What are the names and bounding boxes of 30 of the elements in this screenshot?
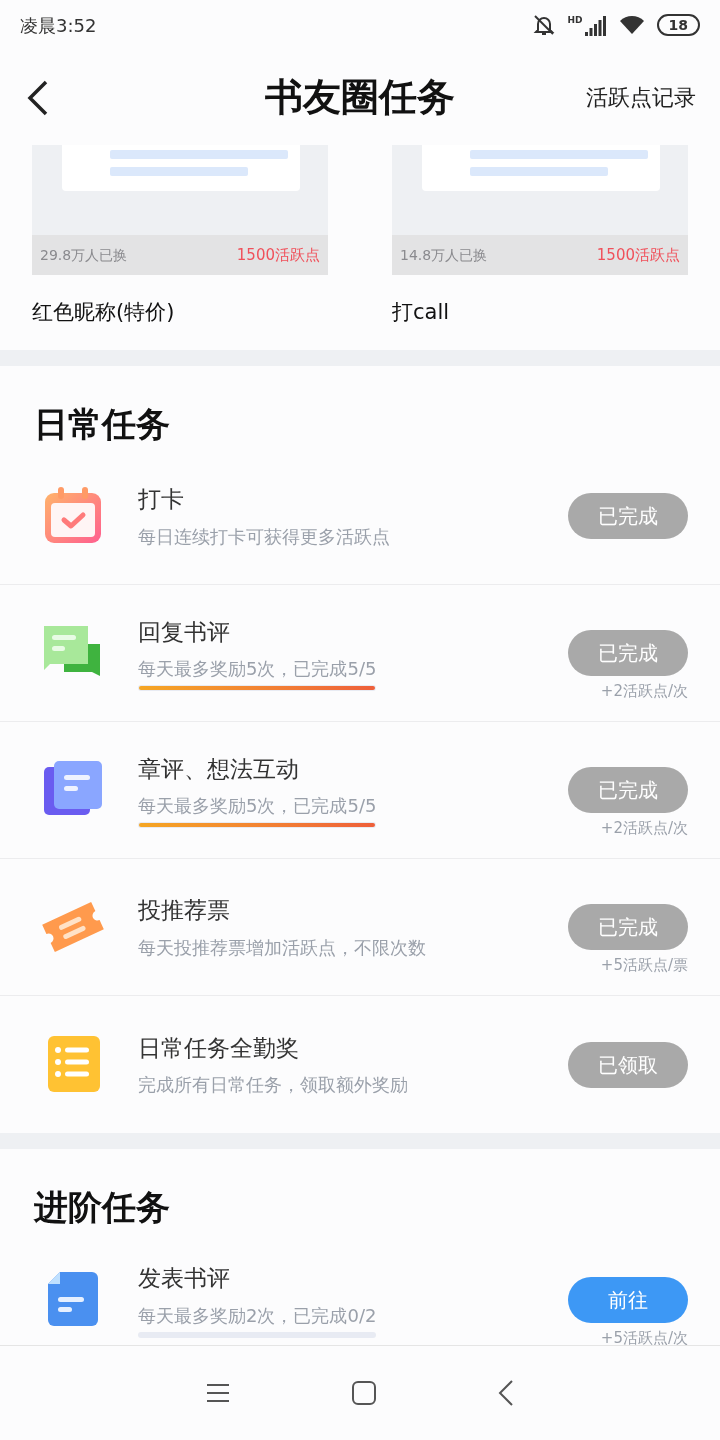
task-title: 打卡: [138, 485, 185, 515]
task-description: 每日连续打卡可获得更多活跃点: [138, 524, 390, 549]
activity-record-link[interactable]: 活跃点记录: [586, 81, 696, 114]
task-title: 回复书评: [138, 617, 231, 647]
reward-points: +2活跃点/次: [600, 681, 688, 702]
reward-name[interactable]: 红色昵称(特价): [32, 297, 328, 329]
task-description: 每天投推荐票增加活跃点，不限次数: [138, 935, 426, 960]
reward-points: +5活跃点/次: [600, 1327, 688, 1345]
task-description: 每天最多奖励5次，已完成5/5: [138, 657, 377, 682]
reward-price: 1500活跃点: [236, 244, 320, 266]
section-title: 日常任务: [33, 402, 171, 446]
reward-price: 1500活跃点: [596, 244, 680, 266]
reward-points: +5活跃点/票: [600, 955, 688, 976]
task-button[interactable]: 前往: [568, 1276, 688, 1323]
page-title: 书友圈任务: [265, 74, 455, 121]
network-label: HD: [567, 14, 583, 27]
task-description: 完成所有日常任务，领取额外奖励: [138, 1073, 408, 1098]
battery-indicator: 18: [656, 14, 700, 36]
redeemed-count: 29.8万人已换: [40, 245, 128, 265]
status-time: 凌晨3:52: [20, 13, 97, 38]
redeemed-count: 14.8万人已换: [400, 245, 488, 265]
reward-name[interactable]: 打call: [392, 297, 688, 329]
task-description: 每天最多奖励2次，已完成0/2: [138, 1303, 377, 1328]
task-title: 日常任务全勤奖: [138, 1033, 300, 1063]
task-title: 章评、想法互动: [138, 754, 300, 784]
section-title: 进阶任务: [32, 1185, 171, 1229]
task-title: 投推荐票: [138, 896, 231, 926]
reward-points: +2活跃点/次: [600, 818, 688, 839]
task-description: 每天最多奖励5次，已完成5/5: [138, 794, 377, 819]
task-title: 发表书评: [138, 1264, 231, 1294]
